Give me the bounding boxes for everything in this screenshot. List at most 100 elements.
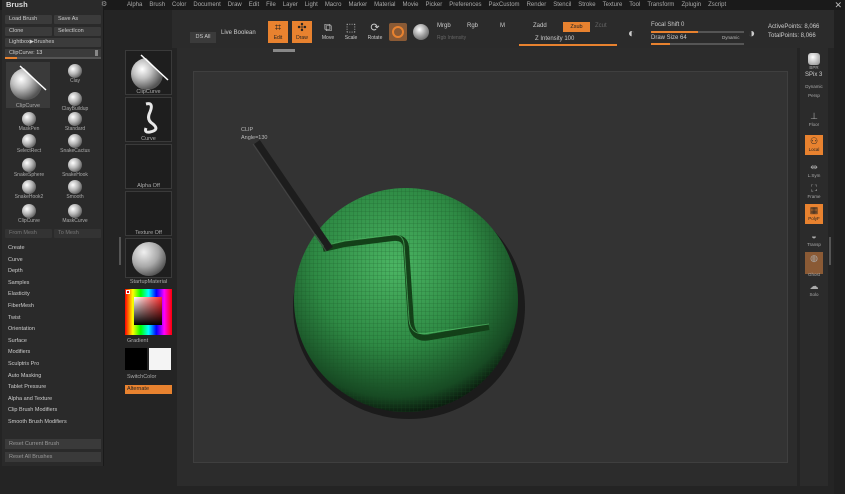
color-picker[interactable]	[125, 289, 172, 335]
clone-button[interactable]: Clone	[5, 27, 52, 36]
brush-item[interactable]: SnakeHook	[52, 156, 98, 178]
persp-button[interactable]: Persp	[805, 93, 823, 105]
menu-zplugin[interactable]: Zplugin	[681, 0, 701, 10]
zadd-button[interactable]: Zadd	[533, 23, 547, 29]
brush-item[interactable]: SelectRect	[6, 132, 52, 154]
menu-texture[interactable]: Texture	[603, 0, 623, 10]
menu-document[interactable]: Document	[193, 0, 220, 10]
bpr-button[interactable]: BPR	[805, 52, 823, 70]
menu-alpha[interactable]: Alpha	[127, 0, 142, 10]
menu-stencil[interactable]: Stencil	[553, 0, 571, 10]
menu-movie[interactable]: Movie	[403, 0, 419, 10]
brush-item[interactable]: SnakeCactus	[52, 132, 98, 154]
menu-light[interactable]: Light	[305, 0, 318, 10]
menu-tool[interactable]: Tool	[629, 0, 640, 10]
polyf-button[interactable]: ▦ PolyF	[805, 204, 823, 224]
menu-material[interactable]: Material	[374, 0, 395, 10]
subpalette-twist[interactable]: Twist	[8, 313, 100, 325]
menu-color[interactable]: Color	[172, 0, 186, 10]
brush-item[interactable]: Smooth	[52, 178, 98, 200]
rgb-button[interactable]: Rgb	[467, 23, 478, 29]
document-scroll-handle[interactable]	[273, 49, 295, 52]
subpalette-smooth-brush-modifiers[interactable]: Smooth Brush Modifiers	[8, 417, 100, 429]
lsym-button[interactable]: ⇹ L.Sym	[805, 161, 823, 179]
subpalette-create[interactable]: Create	[8, 243, 100, 255]
brush-item[interactable]: SnakeHook2	[6, 178, 52, 200]
subpalette-alpha-and-texture[interactable]: Alpha and Texture	[8, 394, 100, 406]
ds-all-button[interactable]: DS All	[190, 32, 216, 43]
load-brush-button[interactable]: Load Brush	[5, 15, 52, 24]
transp-button[interactable]: ◒ Transp	[805, 230, 823, 248]
brush-item[interactable]: MaskPen	[6, 110, 52, 132]
subpalette-sculptris-pro[interactable]: Sculptris Pro	[8, 359, 100, 371]
subpalette-fibermesh[interactable]: FiberMesh	[8, 301, 100, 313]
rotate-button[interactable]: ⟳ Rotate	[365, 21, 385, 43]
menu-preferences[interactable]: Preferences	[449, 0, 481, 10]
subpalette-modifiers[interactable]: Modifiers	[8, 347, 100, 359]
frame-button[interactable]: ⛶ Frame	[805, 182, 823, 200]
rgb-intensity-slider[interactable]: Rgb Intensity	[437, 35, 466, 41]
sculpt-sphere-mesh[interactable]	[193, 71, 788, 463]
slider-handle[interactable]	[95, 50, 98, 56]
focal-shift-slider[interactable]: Focal Shift 0	[651, 22, 684, 28]
save-as-button[interactable]: Save As	[54, 15, 101, 24]
zsub-button[interactable]: Zsub	[563, 22, 590, 32]
subpalette-tablet-pressure[interactable]: Tablet Pressure	[8, 382, 100, 394]
m-button[interactable]: M	[500, 23, 505, 29]
main-color-swatch[interactable]	[149, 348, 171, 370]
gear-icon[interactable]: ⚙	[101, 0, 107, 10]
focal-shift-bar[interactable]	[651, 31, 744, 33]
menu-brush[interactable]: Brush	[149, 0, 165, 10]
menu-render[interactable]: Render	[527, 0, 547, 10]
move-button[interactable]: ⧉ Move	[318, 21, 338, 43]
brush-item[interactable]: MaskCurve	[52, 202, 98, 224]
focal-curve-icon[interactable]: ◐	[628, 26, 635, 40]
reset-current-brush-button[interactable]: Reset Current Brush	[5, 439, 101, 449]
gradient-label[interactable]: Gradient	[125, 338, 172, 344]
color-saturation-square[interactable]	[134, 297, 162, 325]
subpalette-clip-brush-modifiers[interactable]: Clip Brush Modifiers	[8, 405, 100, 417]
menu-draw[interactable]: Draw	[228, 0, 242, 10]
brush-item[interactable]: ClayBuildup	[52, 90, 98, 112]
draw-size-bar[interactable]	[651, 43, 744, 45]
subpalette-surface[interactable]: Surface	[8, 336, 100, 348]
brush-item[interactable]: Standard	[52, 110, 98, 132]
brush-item[interactable]: SnakeSphere	[6, 156, 52, 178]
lightbox-brushes-button[interactable]: Lightbox▶Brushes	[5, 38, 101, 47]
menu-zscript[interactable]: Zscript	[708, 0, 726, 10]
subpalette-elasticity[interactable]: Elasticity	[8, 289, 100, 301]
lightbulb-icon[interactable]: ◑	[748, 26, 755, 40]
spix-slider[interactable]: SPix 3	[805, 72, 822, 78]
gizmo-icon[interactable]	[413, 24, 429, 40]
selecticon-button[interactable]: SelectIcon	[54, 27, 101, 36]
menu-layer[interactable]: Layer	[283, 0, 298, 10]
dynamic-toggle[interactable]: Dynamic	[722, 35, 740, 40]
clipcurve-slider-track[interactable]	[5, 57, 101, 59]
menu-paxcustom[interactable]: PaxCustom	[489, 0, 520, 10]
menu-marker[interactable]: Marker	[348, 0, 367, 10]
palette-divider[interactable]	[119, 237, 121, 265]
brush-item[interactable]: Clay	[52, 62, 98, 84]
material-slot[interactable]	[125, 238, 172, 278]
draw-button[interactable]: ✣ Draw	[292, 21, 312, 43]
palette-divider[interactable]	[829, 237, 831, 265]
subpalette-depth[interactable]: Depth	[8, 266, 100, 278]
from-mesh-button[interactable]: From Mesh	[5, 229, 52, 238]
z-intensity-slider[interactable]: Z Intensity 100	[535, 36, 574, 42]
subpalette-samples[interactable]: Samples	[8, 278, 100, 290]
to-mesh-button[interactable]: To Mesh	[54, 229, 101, 238]
subpalette-auto-masking[interactable]: Auto Masking	[8, 371, 100, 383]
menu-picker[interactable]: Picker	[426, 0, 443, 10]
menu-stroke[interactable]: Stroke	[578, 0, 595, 10]
subpalette-orientation[interactable]: Orientation	[8, 324, 100, 336]
local-button[interactable]: ⚇ Local	[805, 135, 823, 155]
secondary-color-swatch[interactable]	[125, 348, 147, 370]
subpalette-curve[interactable]: Curve	[8, 255, 100, 267]
floor-button[interactable]: ⊥ Floor	[805, 110, 823, 128]
z-intensity-bar[interactable]	[519, 44, 617, 46]
menu-file[interactable]: File	[266, 0, 276, 10]
zcut-button[interactable]: Zcut	[595, 23, 607, 29]
live-boolean-button[interactable]: Live Boolean	[221, 30, 256, 36]
switch-color-button[interactable]: SwitchColor	[125, 374, 172, 380]
reset-all-brushes-button[interactable]: Reset All Brushes	[5, 452, 101, 462]
